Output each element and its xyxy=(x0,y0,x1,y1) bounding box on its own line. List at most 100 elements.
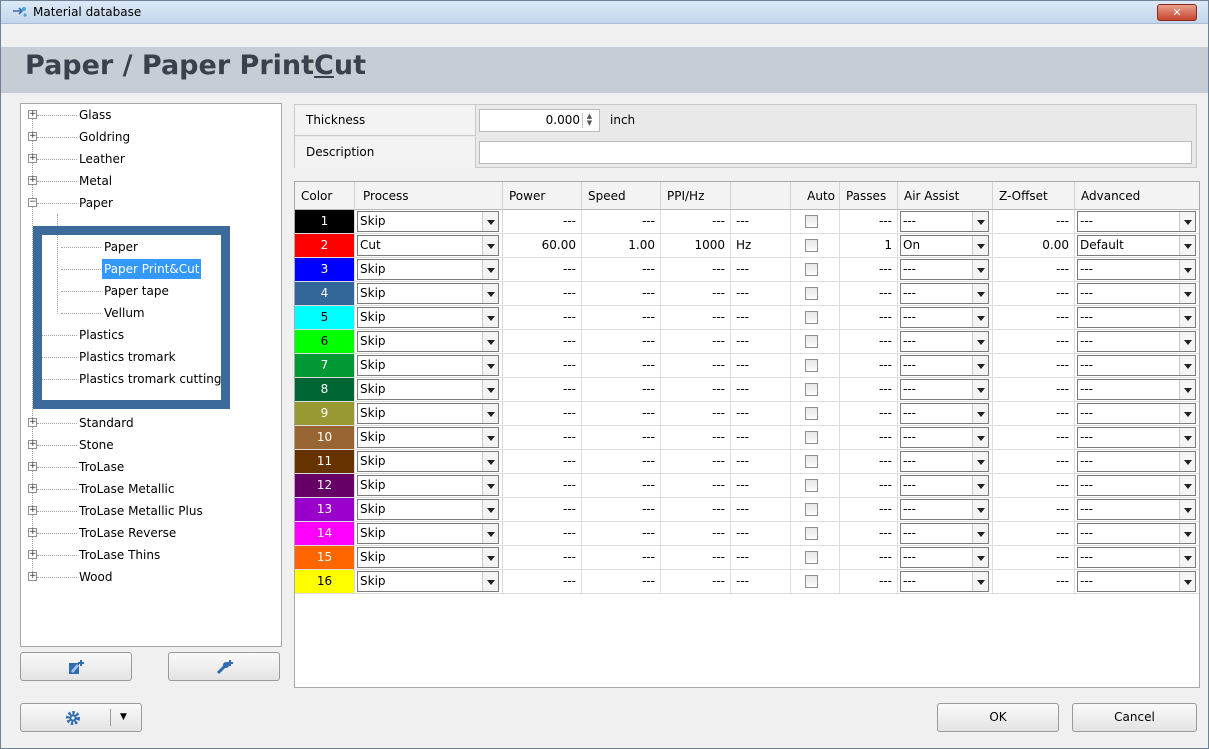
passes-cell[interactable]: 1 xyxy=(840,234,898,258)
chevron-down-icon[interactable] xyxy=(1179,572,1195,591)
tree-item[interactable]: + Glass xyxy=(21,105,279,125)
expand-icon[interactable]: + xyxy=(28,418,37,427)
speed-cell[interactable]: --- xyxy=(582,474,661,498)
unit-cell[interactable]: --- xyxy=(731,522,791,546)
power-cell[interactable]: --- xyxy=(503,282,582,306)
tree-item[interactable]: Paper tape xyxy=(21,281,279,301)
unit-cell[interactable]: --- xyxy=(731,258,791,282)
ppi-cell[interactable]: --- xyxy=(661,378,731,402)
z-offset-cell[interactable]: 0.00 xyxy=(993,234,1075,258)
chevron-down-icon[interactable] xyxy=(972,356,988,375)
unit-cell[interactable]: --- xyxy=(731,426,791,450)
air-assist-dropdown[interactable]: --- xyxy=(900,523,989,544)
chevron-down-icon[interactable] xyxy=(482,260,498,279)
expand-icon[interactable]: + xyxy=(28,176,37,185)
air-assist-dropdown[interactable]: --- xyxy=(900,499,989,520)
process-dropdown[interactable]: Skip xyxy=(357,331,499,352)
chevron-down-icon[interactable] xyxy=(972,428,988,447)
color-swatch[interactable]: 7 xyxy=(295,354,355,378)
passes-cell[interactable]: --- xyxy=(840,522,898,546)
tree-item[interactable]: + TroLase Metallic xyxy=(21,479,279,499)
ppi-cell[interactable]: --- xyxy=(661,306,731,330)
process-dropdown[interactable]: Skip xyxy=(357,523,499,544)
auto-checkbox[interactable] xyxy=(805,359,818,372)
advanced-dropdown[interactable]: --- xyxy=(1077,475,1196,496)
ppi-cell[interactable]: 1000 xyxy=(661,234,731,258)
air-assist-dropdown[interactable]: On xyxy=(900,235,989,256)
speed-cell[interactable]: --- xyxy=(582,330,661,354)
chevron-down-icon[interactable] xyxy=(482,284,498,303)
tree-item[interactable]: + TroLase xyxy=(21,457,279,477)
chevron-down-icon[interactable] xyxy=(972,404,988,423)
auto-checkbox[interactable] xyxy=(805,479,818,492)
chevron-down-icon[interactable] xyxy=(482,236,498,255)
chevron-down-icon[interactable] xyxy=(972,452,988,471)
chevron-down-icon[interactable] xyxy=(1179,500,1195,519)
chevron-down-icon[interactable] xyxy=(1179,524,1195,543)
chevron-down-icon[interactable] xyxy=(482,404,498,423)
chevron-down-icon[interactable] xyxy=(972,212,988,231)
chevron-down-icon[interactable] xyxy=(1179,236,1195,255)
chevron-down-icon[interactable] xyxy=(482,452,498,471)
chevron-down-icon[interactable] xyxy=(972,548,988,567)
z-offset-cell[interactable]: --- xyxy=(993,546,1075,570)
z-offset-cell[interactable]: --- xyxy=(993,282,1075,306)
power-cell[interactable]: --- xyxy=(503,474,582,498)
chevron-down-icon[interactable] xyxy=(482,380,498,399)
advanced-dropdown[interactable]: --- xyxy=(1077,211,1196,232)
speed-cell[interactable]: --- xyxy=(582,450,661,474)
thickness-field[interactable]: 0.000 ▲ ▼ xyxy=(479,109,600,132)
ppi-cell[interactable]: --- xyxy=(661,426,731,450)
power-cell[interactable]: --- xyxy=(503,354,582,378)
auto-checkbox[interactable] xyxy=(805,287,818,300)
auto-checkbox[interactable] xyxy=(805,239,818,252)
speed-cell[interactable]: --- xyxy=(582,426,661,450)
chevron-down-icon[interactable] xyxy=(1179,452,1195,471)
auto-checkbox[interactable] xyxy=(805,383,818,396)
tree-item[interactable]: − Paper xyxy=(21,193,279,213)
speed-cell[interactable]: --- xyxy=(582,570,661,594)
ppi-cell[interactable]: --- xyxy=(661,330,731,354)
auto-checkbox[interactable] xyxy=(805,407,818,420)
auto-checkbox[interactable] xyxy=(805,503,818,516)
chevron-down-icon[interactable] xyxy=(972,332,988,351)
description-field[interactable] xyxy=(479,141,1192,164)
color-swatch[interactable]: 6 xyxy=(295,330,355,354)
chevron-down-icon[interactable] xyxy=(972,476,988,495)
chevron-down-icon[interactable] xyxy=(1179,476,1195,495)
process-dropdown[interactable]: Skip xyxy=(357,355,499,376)
color-swatch[interactable]: 11 xyxy=(295,450,355,474)
power-cell[interactable]: --- xyxy=(503,522,582,546)
tree-item[interactable]: + Standard xyxy=(21,413,279,433)
unit-cell[interactable]: --- xyxy=(731,570,791,594)
chevron-down-icon[interactable] xyxy=(1179,428,1195,447)
process-dropdown[interactable]: Skip xyxy=(357,427,499,448)
speed-cell[interactable]: --- xyxy=(582,282,661,306)
color-swatch[interactable]: 13 xyxy=(295,498,355,522)
color-swatch[interactable]: 5 xyxy=(295,306,355,330)
passes-cell[interactable]: --- xyxy=(840,282,898,306)
color-swatch[interactable]: 16 xyxy=(295,570,355,594)
chevron-down-icon[interactable] xyxy=(1179,260,1195,279)
chevron-down-icon[interactable] xyxy=(1179,212,1195,231)
unit-cell[interactable]: --- xyxy=(731,498,791,522)
expand-icon[interactable]: + xyxy=(28,110,37,119)
auto-checkbox[interactable] xyxy=(805,335,818,348)
ok-button[interactable]: OK xyxy=(937,703,1059,732)
expand-icon[interactable]: + xyxy=(28,528,37,537)
ppi-cell[interactable]: --- xyxy=(661,498,731,522)
color-swatch[interactable]: 3 xyxy=(295,258,355,282)
speed-cell[interactable]: --- xyxy=(582,402,661,426)
speed-cell[interactable]: --- xyxy=(582,258,661,282)
tree-item[interactable]: + Wood xyxy=(21,567,279,587)
expand-icon[interactable]: + xyxy=(28,550,37,559)
chevron-down-icon[interactable]: ▼ xyxy=(120,704,127,731)
air-assist-dropdown[interactable]: --- xyxy=(900,427,989,448)
unit-cell[interactable]: --- xyxy=(731,450,791,474)
chevron-down-icon[interactable] xyxy=(482,332,498,351)
chevron-down-icon[interactable] xyxy=(1179,308,1195,327)
power-cell[interactable]: --- xyxy=(503,330,582,354)
color-swatch[interactable]: 8 xyxy=(295,378,355,402)
process-dropdown[interactable]: Skip xyxy=(357,307,499,328)
add-process-button[interactable] xyxy=(168,652,280,681)
